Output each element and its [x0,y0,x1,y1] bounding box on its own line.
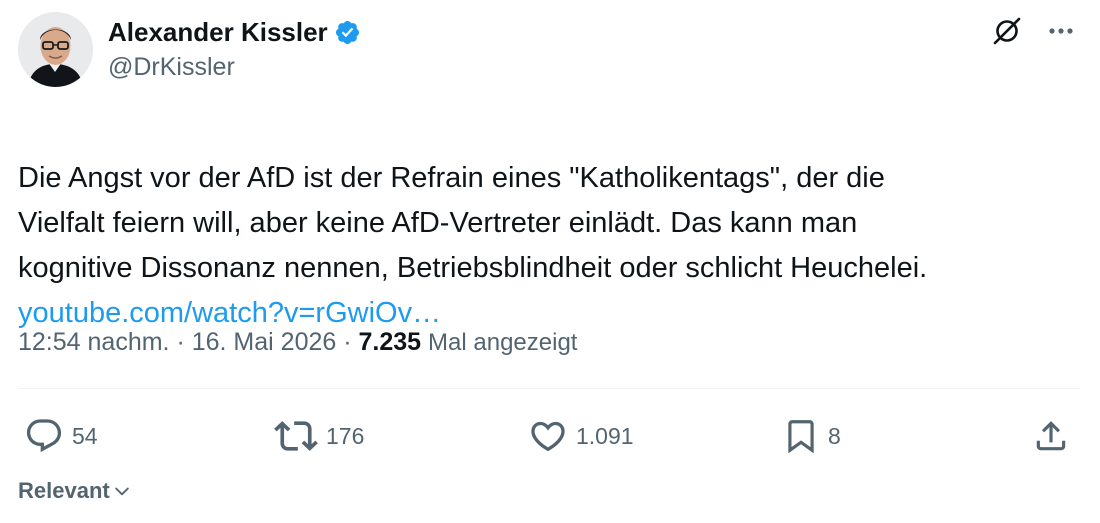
grok-icon [993,17,1021,45]
views-count[interactable]: 7.235 [359,328,422,356]
tweet-meta: 12:54 nachm. · 16. Mai 2026 · 7.235 Mal … [18,325,577,360]
like-icon [531,421,565,452]
chevron-down-icon [114,487,129,496]
meta-separator: · [176,328,185,356]
verified-badge-icon[interactable] [334,19,361,46]
sort-replies-dropdown[interactable]: Relevant [18,478,132,504]
avatar-image [18,12,93,87]
action-bar: 54 176 1.091 8 [0,414,1100,458]
divider [18,388,1080,389]
tweet-date[interactable]: 16. Mai 2026 [192,328,337,356]
author-name[interactable]: Alexander Kissler [108,16,328,48]
like-button[interactable]: 1.091 [528,414,634,458]
tweet-time[interactable]: 12:54 nachm. [18,328,170,356]
meta-separator: · [343,328,352,356]
repost-icon [274,421,318,451]
bookmark-button[interactable]: 8 [782,414,841,458]
tweet-text: Die Angst vor der AfD ist der Refrain ei… [18,162,928,284]
like-count: 1.091 [576,422,634,449]
avatar[interactable] [18,12,93,87]
repost-button[interactable]: 176 [274,414,364,458]
repost-count: 176 [326,422,365,449]
author-handle[interactable]: @DrKissler [108,52,235,82]
grok-button[interactable] [990,14,1024,48]
share-button[interactable] [1032,414,1070,458]
reply-button[interactable]: 54 [24,414,98,458]
more-button[interactable] [1044,14,1078,48]
author-name-row: Alexander Kissler [108,14,361,50]
tweet-top-actions [990,14,1078,48]
more-icon [1049,28,1073,34]
views-label: Mal angezeigt [428,329,578,356]
reply-icon [26,419,62,453]
sort-label: Relevant [18,478,110,503]
bookmark-count: 8 [828,422,841,449]
bookmark-icon [788,420,814,454]
share-icon [1036,421,1066,451]
reply-count: 54 [72,422,98,449]
